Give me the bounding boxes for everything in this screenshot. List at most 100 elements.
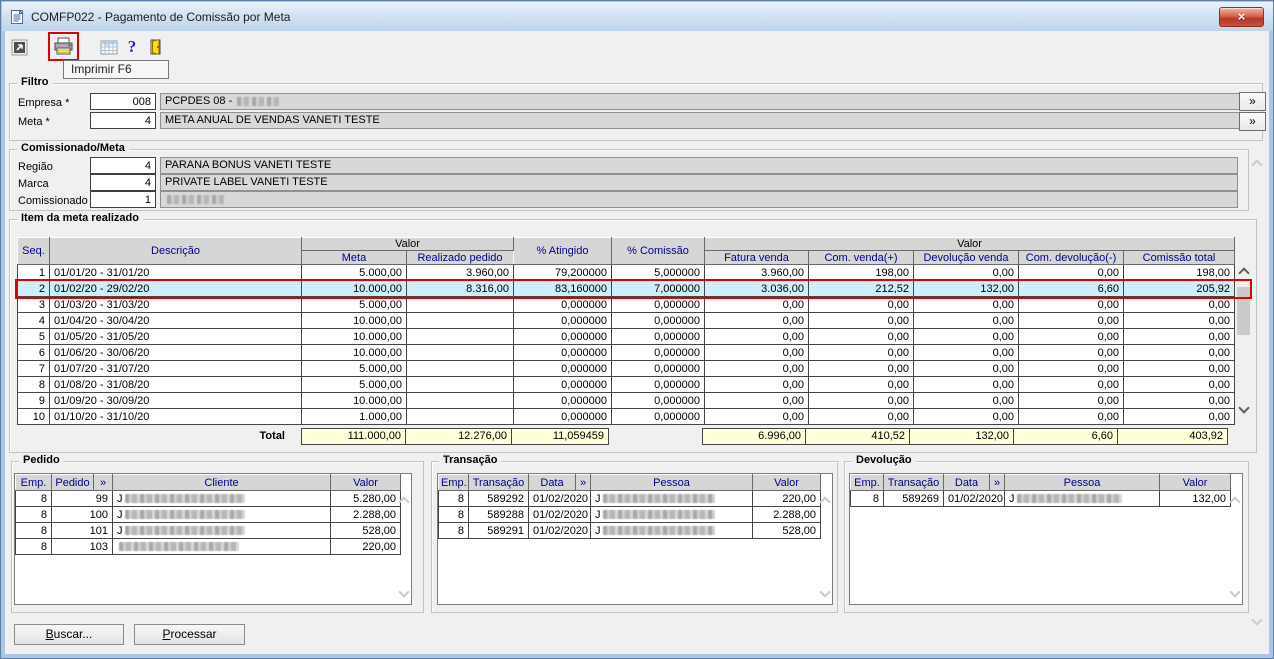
buscar-button[interactable]: Buscar... xyxy=(14,624,124,645)
transacao-scroll-up[interactable] xyxy=(819,496,831,508)
processar-button[interactable]: Processar xyxy=(134,624,245,645)
meta-code-input[interactable] xyxy=(90,112,156,129)
list-cell: 220,00 xyxy=(330,538,401,555)
devolucao-col-more[interactable]: » xyxy=(989,474,1005,491)
meta-cell: 0,00 xyxy=(1122,296,1236,313)
meta-cell: 01/10/20 - 31/10/20 xyxy=(49,408,302,425)
list-row[interactable]: 8 589291 01/02/2020 J 528,00 xyxy=(438,522,821,539)
col-header-atingido[interactable]: % Atingido xyxy=(513,237,612,265)
meta-cell: 0,00 xyxy=(808,312,914,329)
meta-cell: 01/07/20 - 31/07/20 xyxy=(49,360,302,377)
help-button[interactable]: ? xyxy=(120,35,144,59)
list-row[interactable]: 8 589288 01/02/2020 J 2.288,00 xyxy=(438,506,821,523)
print-button[interactable] xyxy=(48,32,79,61)
total-comissao-total: 403,92 xyxy=(1117,428,1228,445)
devolucao-col-valor[interactable]: Valor xyxy=(1159,474,1231,491)
list-cell: J xyxy=(112,490,331,507)
titlebar[interactable]: COMFP022 - Pagamento de Comissão por Met… xyxy=(2,2,1273,31)
print-icon xyxy=(54,37,73,55)
exit-button[interactable] xyxy=(143,35,167,59)
col-header-fatura-venda[interactable]: Fatura venda xyxy=(704,250,809,265)
list-row[interactable]: 8 589269 01/02/2020 J 132,00 xyxy=(850,490,1231,507)
grid-button[interactable] xyxy=(97,35,121,59)
meta-cell: 3.960,00 xyxy=(704,264,809,281)
redacted-text xyxy=(124,494,245,504)
col-header-com-devolucao[interactable]: Com. devolução(-) xyxy=(1018,250,1124,265)
transacao-col-valor[interactable]: Valor xyxy=(752,474,821,491)
pedido-col-cliente[interactable]: Cliente xyxy=(112,474,331,491)
transacao-col-transacao[interactable]: Transação xyxy=(468,474,529,491)
devolucao-scroll-down[interactable] xyxy=(1229,586,1241,598)
pedido-col-pedido[interactable]: Pedido xyxy=(51,474,94,491)
devolucao-col-data[interactable]: Data xyxy=(943,474,990,491)
meta-cell: 83,160000 xyxy=(513,280,612,297)
list-row[interactable]: 8 100 J 2.288,00 xyxy=(15,506,401,523)
pedido-col-valor[interactable]: Valor xyxy=(330,474,401,491)
filtro-legend: Filtro xyxy=(17,76,53,88)
list-cell: 8 xyxy=(15,490,52,507)
empresa-code-input[interactable] xyxy=(90,93,156,110)
meta-row[interactable]: 2 01/02/20 - 29/02/20 10.000,00 8.316,00 83,… xyxy=(17,280,1236,297)
detach-window-button[interactable] xyxy=(7,35,31,59)
meta-cell: 0,000000 xyxy=(611,376,705,393)
meta-cell: 79,200000 xyxy=(513,264,612,281)
devolucao-col-emp[interactable]: Emp. xyxy=(850,474,884,491)
close-button[interactable]: × xyxy=(1219,7,1264,27)
meta-row[interactable]: 5 01/05/20 - 31/05/20 10.000,00 0,000000 0,0… xyxy=(17,328,1236,345)
meta-lookup-button[interactable]: » xyxy=(1239,112,1266,131)
devolucao-col-pessoa[interactable]: Pessoa xyxy=(1004,474,1160,491)
meta-row[interactable]: 7 01/07/20 - 31/07/20 5.000,00 0,000000 0,00… xyxy=(17,360,1236,377)
list-cell: 8 xyxy=(15,506,52,523)
list-cell: 2.288,00 xyxy=(752,506,821,523)
col-header-comissao[interactable]: % Comissão xyxy=(611,237,705,265)
col-header-descricao[interactable]: Descrição xyxy=(49,237,302,265)
transacao-col-pessoa[interactable]: Pessoa xyxy=(590,474,753,491)
meta-row[interactable]: 6 01/06/20 - 30/06/20 10.000,00 0,000000 0,0… xyxy=(17,344,1236,361)
redacted-text xyxy=(602,494,715,504)
col-header-devolucao-venda[interactable]: Devolução venda xyxy=(913,250,1019,265)
meta-row[interactable]: 4 01/04/20 - 30/04/20 10.000,00 0,000000 0,0… xyxy=(17,312,1236,329)
empresa-lookup-button[interactable]: » xyxy=(1239,92,1266,111)
exit-door-icon xyxy=(150,38,160,56)
col-header-comissao-total[interactable]: Comissão total xyxy=(1122,250,1236,265)
meta-cell xyxy=(406,360,514,377)
meta-row[interactable]: 1 01/01/20 - 31/01/20 5.000,00 3.960,00 79,2… xyxy=(17,264,1236,281)
list-cell: 8 xyxy=(438,506,469,523)
col-header-realizado[interactable]: Realizado pedido xyxy=(406,250,514,265)
meta-cell: 0,00 xyxy=(1018,344,1124,361)
transacao-col-more[interactable]: » xyxy=(575,474,591,491)
regiao-code-input[interactable] xyxy=(90,157,156,174)
pedido-col-emp[interactable]: Emp. xyxy=(15,474,52,491)
meta-row[interactable]: 8 01/08/20 - 31/08/20 5.000,00 0,000000 0,00… xyxy=(17,376,1236,393)
meta-cell: 5.000,00 xyxy=(301,360,407,377)
list-row[interactable]: 8 589292 01/02/2020 J 220,00 xyxy=(438,490,821,507)
grid-scroll-thumb[interactable] xyxy=(1237,287,1250,335)
transacao-col-data[interactable]: Data xyxy=(528,474,576,491)
meta-cell: 0,00 xyxy=(1018,296,1124,313)
meta-cell: 5.000,00 xyxy=(301,264,407,281)
devolucao-col-transacao[interactable]: Transação xyxy=(883,474,944,491)
list-row[interactable]: 8 103 220,00 xyxy=(15,538,401,555)
pedido-col-more[interactable]: » xyxy=(93,474,113,491)
meta-cell: 1.000,00 xyxy=(301,408,407,425)
meta-cell: 01/02/20 - 29/02/20 xyxy=(49,280,302,297)
comissionado-code-input[interactable] xyxy=(90,191,156,208)
meta-row[interactable]: 9 01/09/20 - 30/09/20 10.000,00 0,000000 0,0… xyxy=(17,392,1236,409)
marca-code-input[interactable] xyxy=(90,174,156,191)
meta-cell: 0,00 xyxy=(1018,376,1124,393)
transacao-listbox: Emp. Transação Data » Pessoa Valor 8 5892… xyxy=(437,473,833,605)
list-row[interactable]: 8 99 J 5.280,00 xyxy=(15,490,401,507)
col-header-seq[interactable]: Seq. xyxy=(17,237,50,265)
transacao-scroll-down[interactable] xyxy=(819,586,831,598)
devolucao-scroll-up[interactable] xyxy=(1229,496,1241,508)
transacao-col-emp[interactable]: Emp. xyxy=(438,474,469,491)
col-header-com-venda[interactable]: Com. venda(+) xyxy=(808,250,914,265)
pedido-scroll-down[interactable] xyxy=(398,586,410,598)
meta-row[interactable]: 3 01/03/20 - 31/03/20 5.000,00 0,000000 0,00… xyxy=(17,296,1236,313)
meta-cell: 7 xyxy=(17,360,50,377)
list-cell: 220,00 xyxy=(752,490,821,507)
meta-row[interactable]: 10 01/10/20 - 31/10/20 1.000,00 0,000000 0,0… xyxy=(17,408,1236,425)
col-header-meta[interactable]: Meta xyxy=(301,250,407,265)
list-row[interactable]: 8 101 J 528,00 xyxy=(15,522,401,539)
meta-grid: Seq. Descrição Valor % Atingido % Comiss… xyxy=(17,237,1236,425)
